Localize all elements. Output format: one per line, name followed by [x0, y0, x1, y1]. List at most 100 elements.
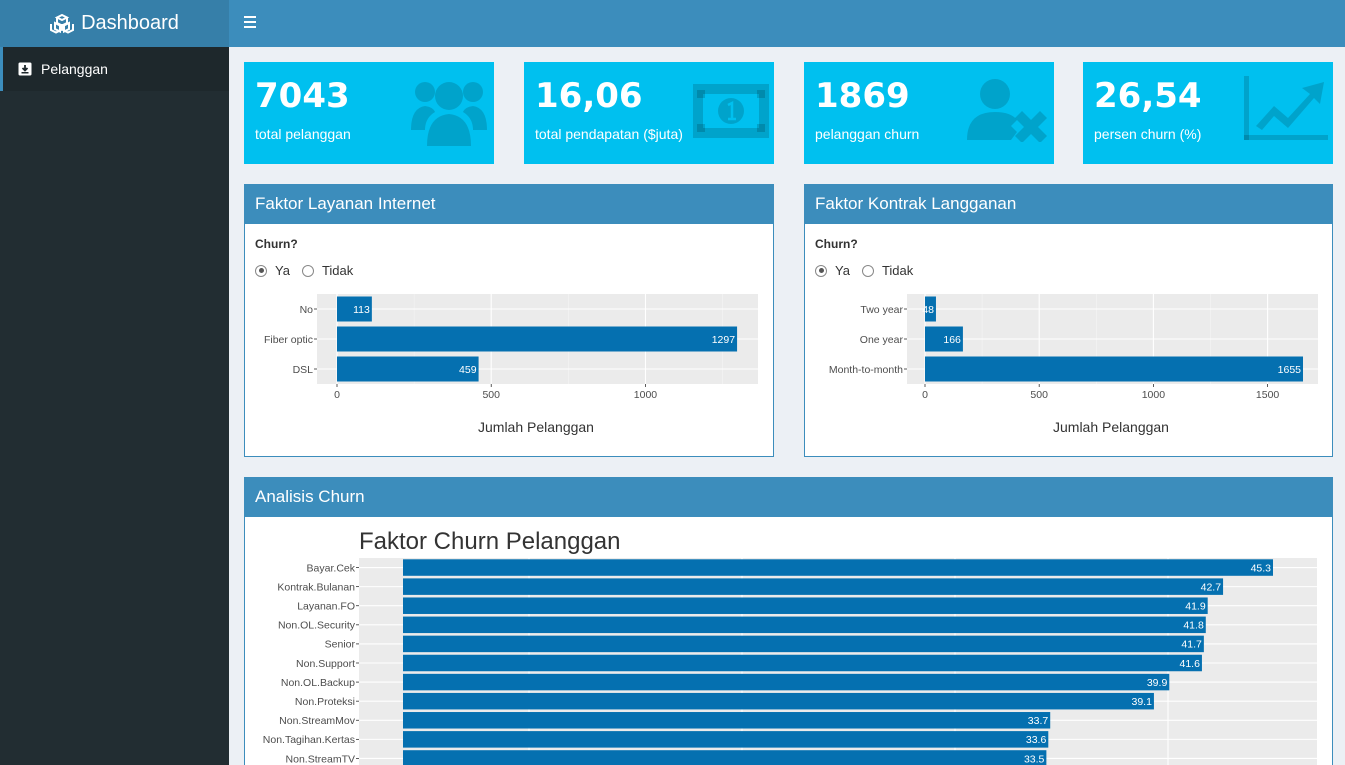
bar [925, 356, 1303, 382]
y-tick-label: Non.OL.Backup [281, 677, 355, 689]
bar [403, 731, 1049, 748]
value-box-number: 1869 [815, 76, 910, 116]
y-tick-label: Fiber optic [264, 334, 313, 346]
box-internet: Faktor Layanan Internet Churn? Ya Tidak … [244, 184, 774, 457]
churn-radio-group: Ya Tidak [815, 263, 925, 278]
value-box-total-pendapatan: 16,06 total pendapatan ($juta) [524, 62, 774, 164]
internet-chart: 0 500 1000 113 No 1297 Fiber optic 459 DSL Jumlah… [264, 294, 758, 435]
bar [403, 673, 1170, 691]
box-title: Analisis Churn [245, 477, 1332, 517]
y-tick-label: Kontrak.Bulanan [277, 581, 355, 593]
bar [403, 578, 1224, 595]
value-box-label: pelanggan churn [815, 126, 920, 142]
x-axis-title: Jumlah Pelanggan [1053, 419, 1169, 435]
bar-value-label: 41.7 [1181, 639, 1202, 651]
radio-tidak[interactable] [301, 264, 314, 277]
y-tick-label: Bayar.Cek [307, 562, 356, 574]
bar-value-label: 41.6 [1180, 658, 1201, 670]
x-tick-label: 0 [334, 389, 340, 401]
bar [403, 616, 1206, 634]
users-icon [411, 82, 487, 146]
y-tick-label: Layanan.FO [297, 601, 355, 613]
radio-tidak[interactable] [861, 264, 874, 277]
user-times-icon [967, 79, 1047, 142]
value-box-total-pelanggan: 7043 total pelanggan [244, 62, 494, 164]
y-tick-label: DSL [293, 364, 314, 376]
bar-value-label: 1655 [1278, 364, 1302, 376]
bar-value-label: 39.1 [1131, 696, 1152, 708]
bar-value-label: 33.6 [1026, 734, 1047, 746]
radio-ya-label: Ya [835, 263, 850, 278]
value-box-persen-churn: 26,54 persen churn (%) [1083, 62, 1333, 164]
bar-value-label: 48 [922, 304, 934, 316]
radio-tidak-label: Tidak [321, 263, 354, 278]
churn-radio-label: Churn? [815, 237, 858, 251]
churn-radio-label: Churn? [255, 237, 298, 251]
bar [403, 559, 1273, 576]
y-tick-label: One year [860, 334, 904, 346]
value-box-number: 7043 [255, 76, 350, 116]
churn-factor-chart: 45.3 Bayar.Cek 42.7 Kontrak.Bulanan 41.9 Laya… [263, 528, 1317, 765]
box-title: Faktor Layanan Internet [245, 184, 773, 224]
box-contract: Faktor Kontrak Langganan Churn? Ya Tidak… [804, 184, 1333, 457]
y-tick-label: Non.Proteksi [295, 696, 355, 708]
y-tick-label: Non.Tagihan.Kertas [263, 734, 355, 746]
x-tick-label: 1000 [634, 389, 658, 401]
bar [337, 326, 738, 352]
top-navbar [229, 0, 1345, 47]
bar [337, 356, 479, 382]
line-chart-icon [1244, 76, 1328, 140]
sidebar-item-label: Pelanggan [41, 61, 108, 77]
x-tick-label: 1500 [1256, 389, 1280, 401]
y-tick-label: Month-to-month [829, 364, 903, 376]
chart-title: Faktor Churn Pelanggan [359, 528, 621, 555]
x-tick-label: 1000 [1142, 389, 1166, 401]
bar [403, 692, 1154, 710]
bar [403, 597, 1208, 614]
sidebar: Pelanggan [0, 47, 229, 765]
value-box-label: persen churn (%) [1094, 126, 1202, 142]
bar-value-label: 41.9 [1185, 601, 1206, 613]
bar-value-label: 33.7 [1028, 715, 1049, 727]
radio-ya-label: Ya [275, 263, 290, 278]
value-box-number: 16,06 [535, 76, 643, 116]
x-axis-title: Jumlah Pelanggan [478, 419, 594, 435]
bar-value-label: 459 [459, 364, 477, 376]
y-tick-label: Non.OL.Security [278, 620, 356, 632]
bar-value-label: 113 [353, 304, 370, 316]
bar [403, 654, 1202, 672]
x-tick-label: 0 [922, 389, 928, 401]
bar-value-label: 33.5 [1024, 753, 1045, 765]
bar [403, 712, 1051, 729]
bar [403, 750, 1047, 765]
bar [403, 635, 1204, 653]
value-box-label: total pelanggan [255, 126, 351, 142]
bar-value-label: 42.7 [1201, 581, 1222, 593]
value-box-pelanggan-churn: 1869 pelanggan churn [804, 62, 1054, 164]
box-analisis: Analisis Churn 45.3 Bayar.Cek 42.7 Kontrak.… [244, 477, 1333, 765]
bar-value-label: 41.8 [1183, 620, 1204, 632]
y-tick-label: Senior [325, 639, 356, 651]
y-tick-label: No [300, 304, 314, 316]
brand-title: Dashboard [81, 12, 179, 34]
radio-tidak-label: Tidak [881, 263, 914, 278]
radio-ya[interactable] [255, 264, 267, 277]
y-tick-label: Non.StreamMov [279, 715, 356, 727]
value-box-number: 26,54 [1094, 76, 1202, 116]
box-title: Faktor Kontrak Langganan [805, 184, 1332, 224]
contract-chart: 0 500 1000 1500 48 Two year 166 One year 1655 Mon… [829, 294, 1318, 435]
value-box-label: total pendapatan ($juta) [535, 126, 683, 142]
money-icon [693, 84, 769, 138]
bar-value-label: 1297 [712, 334, 736, 346]
sidebar-item-pelanggan[interactable]: Pelanggan [0, 47, 229, 91]
radio-ya[interactable] [815, 264, 827, 277]
x-tick-label: 500 [1030, 389, 1048, 401]
main-content: 7043 total pelanggan 16,06 total pendapa… [229, 47, 1345, 765]
bar-value-label: 166 [943, 334, 961, 346]
menu-toggle-icon[interactable] [244, 16, 256, 28]
bar-value-label: 45.3 [1251, 562, 1272, 574]
churn-radio-group: Ya Tidak [255, 263, 365, 278]
bar-value-label: 39.9 [1147, 677, 1168, 689]
brand-logo[interactable]: Dashboard [0, 0, 229, 47]
y-tick-label: Non.Support [296, 658, 355, 670]
